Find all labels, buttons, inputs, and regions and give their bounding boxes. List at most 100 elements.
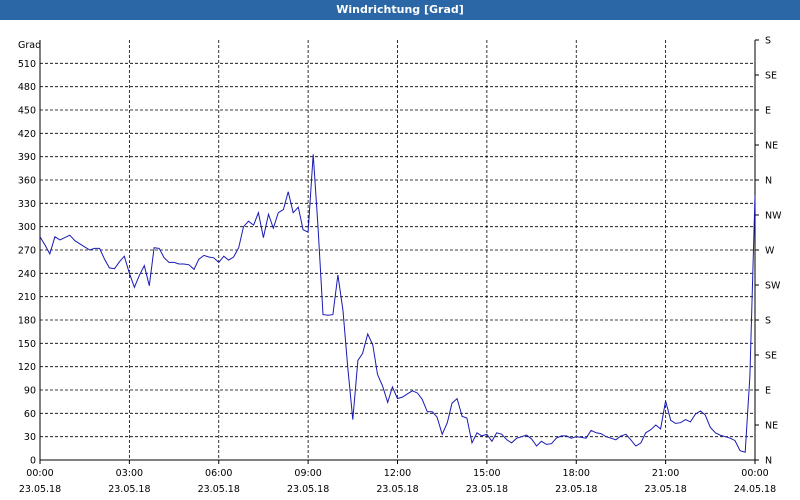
x-tick-date-label: 23.05.18: [376, 484, 418, 495]
data-point: [600, 433, 601, 434]
data-point: [94, 248, 95, 249]
data-point: [749, 375, 750, 376]
data-point: [451, 403, 452, 404]
data-point: [149, 285, 150, 286]
y-tick-label: 210: [18, 292, 36, 303]
x-tick-date-label: 23.05.18: [644, 484, 686, 495]
data-point: [551, 443, 552, 444]
data-point: [730, 438, 731, 439]
data-point: [546, 444, 547, 445]
data-point: [611, 438, 612, 439]
data-point: [715, 432, 716, 433]
data-point: [665, 400, 666, 401]
y-tick-label: 180: [18, 316, 36, 327]
data-point: [645, 432, 646, 433]
data-point: [740, 450, 741, 451]
x-tick-date-label: 23.05.18: [555, 484, 597, 495]
data-point: [347, 366, 348, 367]
data-point: [432, 411, 433, 412]
y-right-tick-label: NE: [765, 421, 778, 432]
x-tick-date-label: 23.05.18: [19, 484, 61, 495]
y-right-tick-label: W: [765, 246, 775, 257]
wind-direction-chart: 0 30 60 90 120 150 180 210 240 270 300 330 360 390 420…: [18, 36, 782, 496]
data-point: [183, 263, 184, 264]
y-right-tick-label: N: [765, 176, 772, 187]
y-right-tick-label: S: [765, 316, 771, 327]
data-point: [397, 398, 398, 399]
data-point: [526, 435, 527, 436]
data-point: [327, 315, 328, 316]
y-tick-label: 450: [18, 106, 36, 117]
data-point: [208, 256, 209, 257]
data-point: [635, 445, 636, 446]
data-point: [516, 438, 517, 439]
y-tick-label: 420: [18, 129, 36, 140]
data-point: [571, 438, 572, 439]
data-point: [536, 445, 537, 446]
y-tick-label: 150: [18, 339, 36, 350]
data-point: [734, 440, 735, 441]
data-point: [357, 360, 358, 361]
data-point: [273, 228, 274, 229]
data-point: [566, 435, 567, 436]
y-right-tick-label: SE: [765, 71, 777, 82]
data-point: [407, 393, 408, 394]
data-point: [561, 435, 562, 436]
data-point: [332, 314, 333, 315]
data-point: [481, 435, 482, 436]
data-point: [596, 432, 597, 433]
x-tick-date-label: 24.05.18: [734, 484, 776, 495]
data-point: [253, 225, 254, 226]
y-tick-label: 480: [18, 82, 36, 93]
data-point: [218, 262, 219, 263]
data-point: [511, 442, 512, 443]
data-point: [521, 436, 522, 437]
data-point: [74, 240, 75, 241]
data-point: [630, 439, 631, 440]
data-point: [129, 273, 130, 274]
data-point: [278, 212, 279, 213]
data-point: [188, 264, 189, 265]
y-tick-label: 30: [24, 432, 36, 443]
data-point: [302, 229, 303, 230]
y-tick-label: 270: [18, 246, 36, 257]
data-point: [585, 438, 586, 439]
data-point: [59, 239, 60, 240]
y-tick-label: 240: [18, 269, 36, 280]
data-point: [382, 386, 383, 387]
data-point: [392, 386, 393, 387]
x-tick-time-label: 12:00: [384, 468, 411, 479]
data-point: [248, 221, 249, 222]
x-tick-date-label: 23.05.18: [198, 484, 240, 495]
data-point: [486, 434, 487, 435]
data-point: [44, 245, 45, 246]
data-point: [422, 399, 423, 400]
data-point: [675, 423, 676, 424]
x-tick-time-label: 15:00: [473, 468, 500, 479]
data-point: [685, 419, 686, 420]
data-point: [99, 248, 100, 249]
data-point: [168, 262, 169, 263]
data-point: [233, 256, 234, 257]
data-point: [223, 256, 224, 257]
data-point: [362, 353, 363, 354]
data-point: [263, 237, 264, 238]
x-tick-time-label: 03:00: [116, 468, 143, 479]
y-tick-label: 390: [18, 152, 36, 163]
data-point: [322, 314, 323, 315]
data-point: [700, 410, 701, 411]
data-point: [139, 275, 140, 276]
y-axis-label: Grad: [18, 40, 41, 51]
y-tick-label: 120: [18, 362, 36, 373]
data-point: [179, 263, 180, 264]
x-tick-time-label: 00:00: [26, 468, 53, 479]
y-tick-label: 90: [24, 386, 36, 397]
data-point: [541, 441, 542, 442]
data-point: [690, 421, 691, 422]
data-point: [293, 212, 294, 213]
data-point: [620, 435, 621, 436]
x-tick-date-label: 23.05.18: [108, 484, 150, 495]
chart-title-bar: Windrichtung [Grad]: [0, 0, 800, 20]
data-point: [591, 430, 592, 431]
tick-labels: 0 30 60 90 120 150 180 210 240 270 300 330 360 390 420…: [18, 36, 782, 496]
